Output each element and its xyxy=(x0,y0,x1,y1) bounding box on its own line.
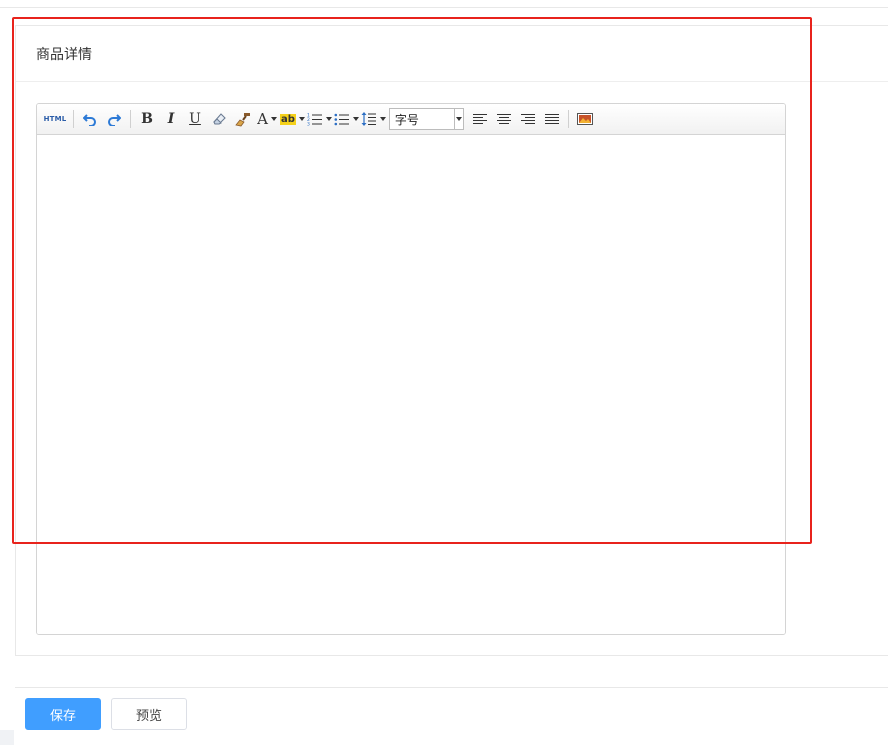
svg-text:3: 3 xyxy=(307,122,310,127)
toolbar-separator xyxy=(73,110,74,128)
underline-button[interactable]: U xyxy=(184,108,206,130)
image-icon xyxy=(576,113,593,125)
page-background-corner xyxy=(0,730,14,745)
editor-content-area[interactable] xyxy=(37,135,785,634)
ordered-list-icon: 1 2 3 xyxy=(307,113,322,127)
align-center-icon xyxy=(496,114,511,124)
ordered-list-button[interactable]: 1 2 3 xyxy=(307,108,332,130)
toolbar-separator xyxy=(567,110,569,128)
align-justify-icon xyxy=(544,114,559,124)
preview-button[interactable]: 预览 xyxy=(111,698,187,730)
chevron-down-icon xyxy=(455,117,462,121)
rich-text-editor: HTML B I U A ab 1 2 3 字号 xyxy=(36,103,786,635)
align-left-icon xyxy=(472,114,487,124)
line-height-icon xyxy=(361,112,376,126)
font-size-value: 字号 xyxy=(394,112,419,127)
undo-button[interactable] xyxy=(79,108,101,130)
chevron-down-icon xyxy=(298,117,305,121)
highlight-color-icon: ab xyxy=(280,113,296,125)
chevron-down-icon xyxy=(352,117,359,121)
format-painter-icon xyxy=(235,113,250,127)
card-header: 商品详情 xyxy=(16,26,888,82)
chevron-down-icon xyxy=(270,117,277,121)
html-source-icon: HTML xyxy=(43,115,67,123)
align-right-icon xyxy=(520,114,535,124)
toolbar-separator xyxy=(130,110,131,128)
footer-divider xyxy=(15,687,888,688)
font-size-dropdown-toggle[interactable] xyxy=(453,109,463,129)
line-height-button[interactable] xyxy=(361,108,386,130)
editor-toolbar: HTML B I U A ab 1 2 3 字号 xyxy=(37,104,785,135)
section-title: 商品详情 xyxy=(36,46,92,63)
eraser-button[interactable] xyxy=(208,108,230,130)
product-detail-card: 商品详情 HTML B I U A ab 1 2 3 字号 xyxy=(15,25,888,656)
bold-icon: B xyxy=(141,111,153,127)
bold-button[interactable]: B xyxy=(136,108,158,130)
italic-icon: I xyxy=(167,111,175,127)
unordered-list-button[interactable] xyxy=(334,108,359,130)
html-source-button[interactable]: HTML xyxy=(42,108,68,130)
font-color-button[interactable]: A xyxy=(256,108,278,130)
align-justify-button[interactable] xyxy=(541,108,563,130)
align-center-button[interactable] xyxy=(493,108,515,130)
redo-button[interactable] xyxy=(103,108,125,130)
align-right-button[interactable] xyxy=(517,108,539,130)
chevron-down-icon xyxy=(325,117,332,121)
unordered-list-icon xyxy=(334,113,349,126)
font-color-icon: A xyxy=(257,110,268,128)
align-left-button[interactable] xyxy=(469,108,491,130)
top-strip xyxy=(0,0,888,8)
insert-image-button[interactable] xyxy=(574,108,596,130)
save-button[interactable]: 保存 xyxy=(25,698,101,730)
underline-icon: U xyxy=(189,111,201,127)
eraser-icon xyxy=(213,113,226,125)
undo-icon xyxy=(83,114,96,126)
italic-button[interactable]: I xyxy=(160,108,182,130)
redo-icon xyxy=(108,114,121,126)
chevron-down-icon xyxy=(379,117,386,121)
format-painter-button[interactable] xyxy=(232,108,254,130)
highlight-color-button[interactable]: ab xyxy=(280,108,305,130)
font-size-select[interactable]: 字号 xyxy=(388,108,464,130)
